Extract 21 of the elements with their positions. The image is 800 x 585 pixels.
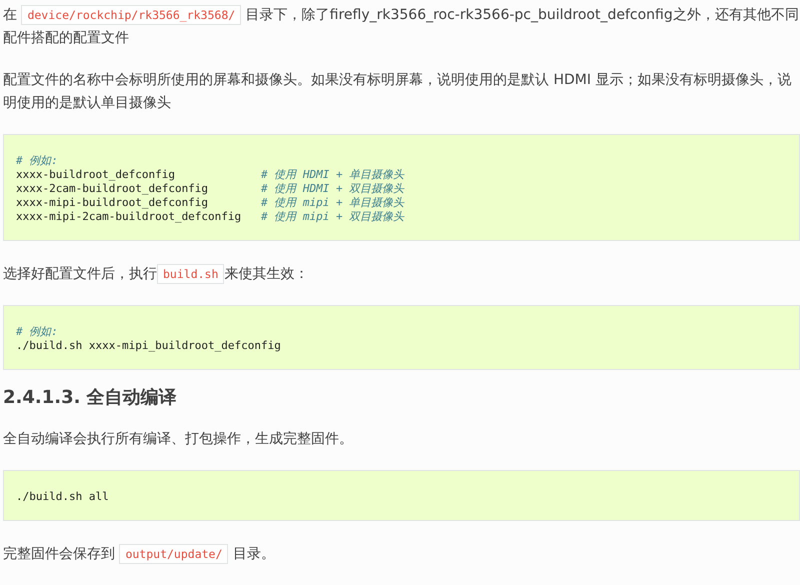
code-line: ./build.sh all [16, 490, 109, 504]
section-heading: 2.4.1.3. 全自动编译 [3, 386, 178, 410]
code-comment: # 使用 mipi + 双目摄像头 [261, 210, 404, 224]
code-comment: # 使用 HDMI + 双目摄像头 [261, 182, 404, 196]
code-line: xxxx-buildroot_defconfig [16, 168, 176, 182]
inline-code: build.sh [157, 264, 224, 284]
paragraph: 选择好配置文件后，执行 build.sh 来使其生效： [3, 263, 310, 286]
paragraph: 在 device/rockchip/rk3566_rk3568/ 目录下，除了firefly_rk3566_roc-rk3566-pc_buildroot_defconfig之外，还有其他不同配件搭配的配置文件 [3, 4, 800, 48]
code-line: xxxx-2cam-buildroot_defconfig [16, 182, 210, 196]
paragraph: 完整固件会保存到 output/update/ 目录。 [3, 543, 276, 566]
code-line: xxxx-mipi-2cam-buildroot_defconfig [16, 210, 242, 224]
code-comment: # 例如: [16, 325, 58, 339]
code-comment: # 使用 HDMI + 单目摄像头 [261, 168, 404, 182]
paragraph: 配置文件的名称中会标明所使用的屏幕和摄像头。如果没有标明屏幕，说明使用的是默认 HDMI 显示；如果没有标明摄像头，说明使用的是默认单目摄像头 [3, 71, 792, 113]
inline-code: output/update/ [119, 544, 228, 564]
paragraph: 全自动编译会执行所有编译、打包操作，生成完整固件。 [3, 430, 354, 449]
code-comment: # 例如: [16, 154, 58, 168]
code-line: xxxx-mipi-buildroot_defconfig [16, 196, 210, 210]
code-comment: # 使用 mipi + 单目摄像头 [261, 196, 404, 210]
inline-code: device/rockchip/rk3566_rk3568/ [21, 5, 242, 25]
code-line: ./build.sh xxxx-mipi_buildroot_defconfig [16, 339, 281, 353]
